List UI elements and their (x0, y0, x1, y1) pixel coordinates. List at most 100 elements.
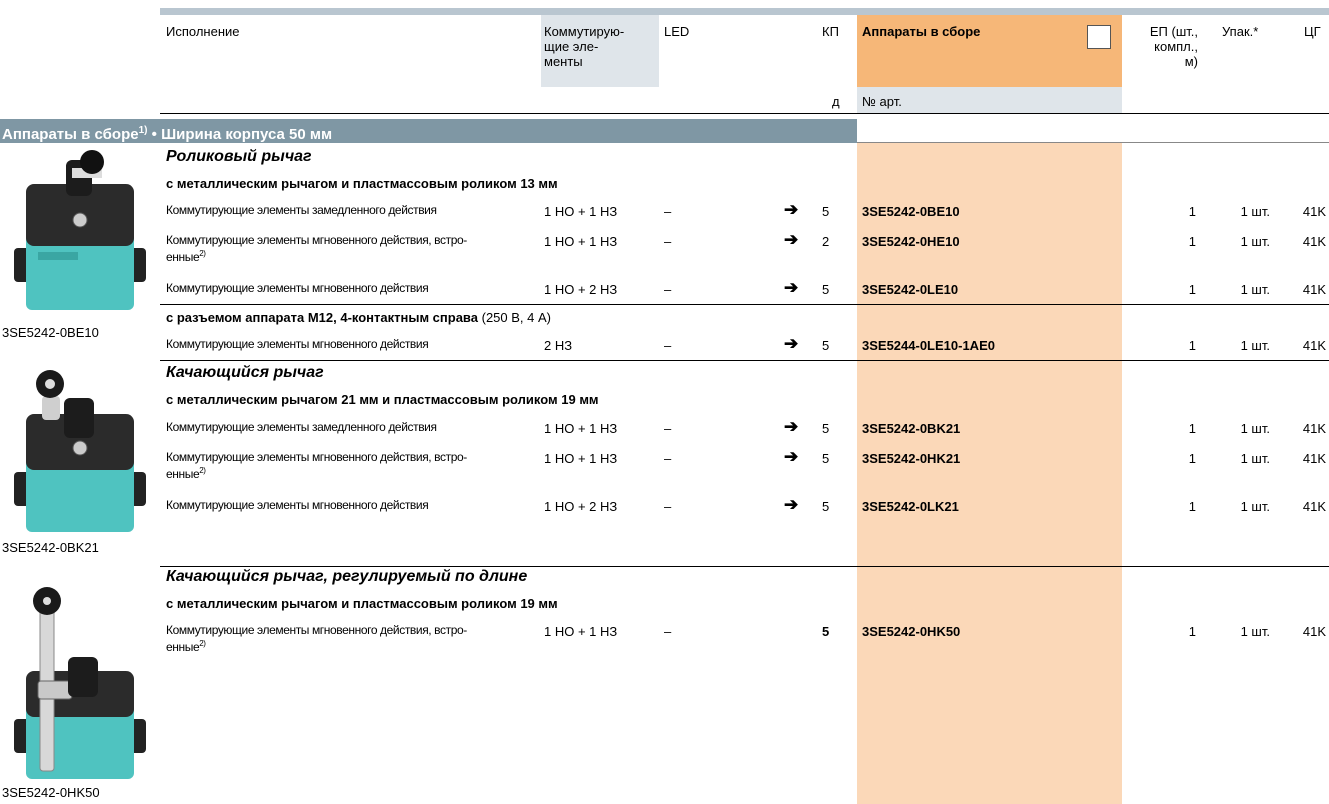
row-pack: 1 шт. (1240, 499, 1270, 514)
row-pack: 1 шт. (1240, 204, 1270, 219)
row-led: – (664, 204, 672, 219)
roller-lever-switch-image (14, 150, 146, 310)
row-description-line2: енные2) (166, 464, 467, 481)
arrow-icon: ➔ (784, 417, 799, 436)
row-description-line1: Коммутирующие элементы замедленного дейс… (166, 203, 437, 217)
header-ep-2: компл., (1154, 39, 1198, 54)
header-execution: Исполнение (166, 24, 240, 39)
adjustable-lever-switch-image (14, 587, 146, 779)
row-cg: 41K (1302, 282, 1326, 297)
row-cg: 41K (1302, 338, 1326, 353)
row-description: Коммутирующие элементы мгновенного дейст… (166, 337, 429, 351)
row-cg: 41K (1302, 234, 1326, 249)
row-pack: 1 шт. (1240, 624, 1270, 639)
row-article: 3SE5242-0BE10 (862, 204, 960, 219)
row-article: 3SE5242-0LE10 (862, 282, 959, 297)
row-kp: 5 (822, 421, 830, 436)
header-switching-3: менты (544, 54, 583, 69)
row-description: Коммутирующие элементы мгновенного дейст… (166, 498, 429, 512)
row-contacts: 2 НЗ (544, 338, 573, 353)
row-footnote: 2) (199, 639, 206, 648)
row-kp: 5 (822, 499, 830, 514)
caption-roller-lever: 3SE5242-0BE10 (2, 325, 99, 340)
header-assembled: Аппараты в сборе (862, 24, 981, 39)
table-rule (160, 360, 1329, 361)
row-ep: 1 (1188, 451, 1196, 466)
row-contacts: 1 НО + 2 НЗ (544, 499, 618, 514)
header-led: LED (664, 24, 690, 39)
row-footnote: 2) (199, 249, 206, 258)
group-title: Качающийся рычаг (166, 364, 324, 381)
row-description-line1: Коммутирующие элементы замедленного дейс… (166, 420, 437, 434)
subgroup-heading-normal: (250 В, 4 А) (478, 310, 551, 325)
header-switching-2: щие эле- (544, 39, 599, 54)
row-contacts: 1 НО + 2 НЗ (544, 282, 618, 297)
arrow-icon: ➔ (784, 495, 799, 514)
row-led: – (664, 499, 672, 514)
row-led: – (664, 338, 672, 353)
row-led: – (664, 624, 672, 639)
section-title: Аппараты в сборе1) • Ширина корпуса 50 м… (0, 119, 857, 143)
header-kp-sub: д (832, 94, 840, 109)
row-kp: 2 (822, 234, 830, 249)
header-bottom-rule (160, 113, 1329, 114)
arrow-icon: ➔ (784, 447, 799, 466)
header-kp: КП (822, 24, 839, 39)
arrow-icon: ➔ (784, 230, 799, 249)
subgroup-heading: с металлическим рычагом и пластмассовым … (166, 176, 558, 191)
row-description-line1: Коммутирующие элементы мгновенного дейст… (166, 233, 467, 247)
subgroup-heading: с металлическим рычагом 21 мм и пластмас… (166, 392, 599, 407)
row-kp: 5 (822, 338, 830, 353)
row-description-cont: енные (166, 467, 200, 481)
row-cg: 41K (1302, 499, 1326, 514)
header-top-rule (160, 8, 1329, 15)
row-kp: 5 (822, 282, 830, 297)
row-cg: 41K (1302, 451, 1326, 466)
subgroup-heading-bold: с металлическим рычагом и пластмассовым … (166, 596, 558, 611)
row-description: Коммутирующие элементы замедленного дейс… (166, 204, 437, 217)
row-article: 3SE5244-0LE10-1AE0 (862, 338, 995, 353)
table-rule (160, 566, 1329, 567)
row-article: 3SE5242-0HK50 (862, 624, 961, 639)
row-pack: 1 шт. (1240, 338, 1270, 353)
header-switching-1: Коммутирую- (544, 24, 625, 39)
row-pack: 1 шт. (1240, 451, 1270, 466)
row-ep: 1 (1188, 282, 1196, 297)
row-description-line1: Коммутирующие элементы мгновенного дейст… (166, 281, 429, 295)
arrow-icon: ➔ (784, 278, 799, 297)
arrow-icon: ➔ (784, 200, 799, 219)
subgroup-heading-bold: с разъемом аппарата М12, 4-контактным сп… (166, 310, 478, 325)
row-ep: 1 (1188, 624, 1196, 639)
row-description: Коммутирующие элементы замедленного дейс… (166, 421, 437, 434)
row-article: 3SE5242-0HK21 (862, 451, 961, 466)
row-contacts: 1 НО + 1 НЗ (544, 204, 618, 219)
row-led: – (664, 282, 672, 297)
header-pack: Упак.* (1222, 24, 1259, 39)
row-cg: 41K (1302, 204, 1326, 219)
header-article: № арт. (862, 94, 902, 109)
row-contacts: 1 НО + 1 НЗ (544, 421, 618, 436)
row-led: – (664, 421, 672, 436)
row-description: Коммутирующие элементы мгновенного дейст… (166, 281, 429, 295)
row-description-line1: Коммутирующие элементы мгновенного дейст… (166, 450, 467, 464)
header-ep-1: ЕП (шт., (1149, 24, 1198, 39)
row-ep: 1 (1188, 421, 1196, 436)
row-contacts: 1 НО + 1 НЗ (544, 451, 618, 466)
row-kp: 5 (822, 204, 830, 219)
row-description-line1: Коммутирующие элементы мгновенного дейст… (166, 337, 429, 351)
row-footnote: 2) (199, 466, 206, 475)
subgroup-heading: с металлическим рычагом и пластмассовым … (166, 596, 558, 611)
table-rule (160, 304, 1329, 305)
group-title: Качающийся рычаг, регулируемый по длине (166, 568, 528, 585)
row-ep: 1 (1188, 234, 1196, 249)
row-description: Коммутирующие элементы мгновенного дейст… (166, 624, 467, 654)
row-pack: 1 шт. (1240, 234, 1270, 249)
row-pack: 1 шт. (1240, 421, 1270, 436)
header-checkbox[interactable] (1087, 25, 1111, 49)
row-cg: 41K (1302, 624, 1326, 639)
swing-lever-switch-image (14, 370, 146, 532)
row-description-line1: Коммутирующие элементы мгновенного дейст… (166, 498, 429, 512)
row-description-cont: енные (166, 250, 200, 264)
row-led: – (664, 234, 672, 249)
row-description-cont: енные (166, 640, 200, 654)
